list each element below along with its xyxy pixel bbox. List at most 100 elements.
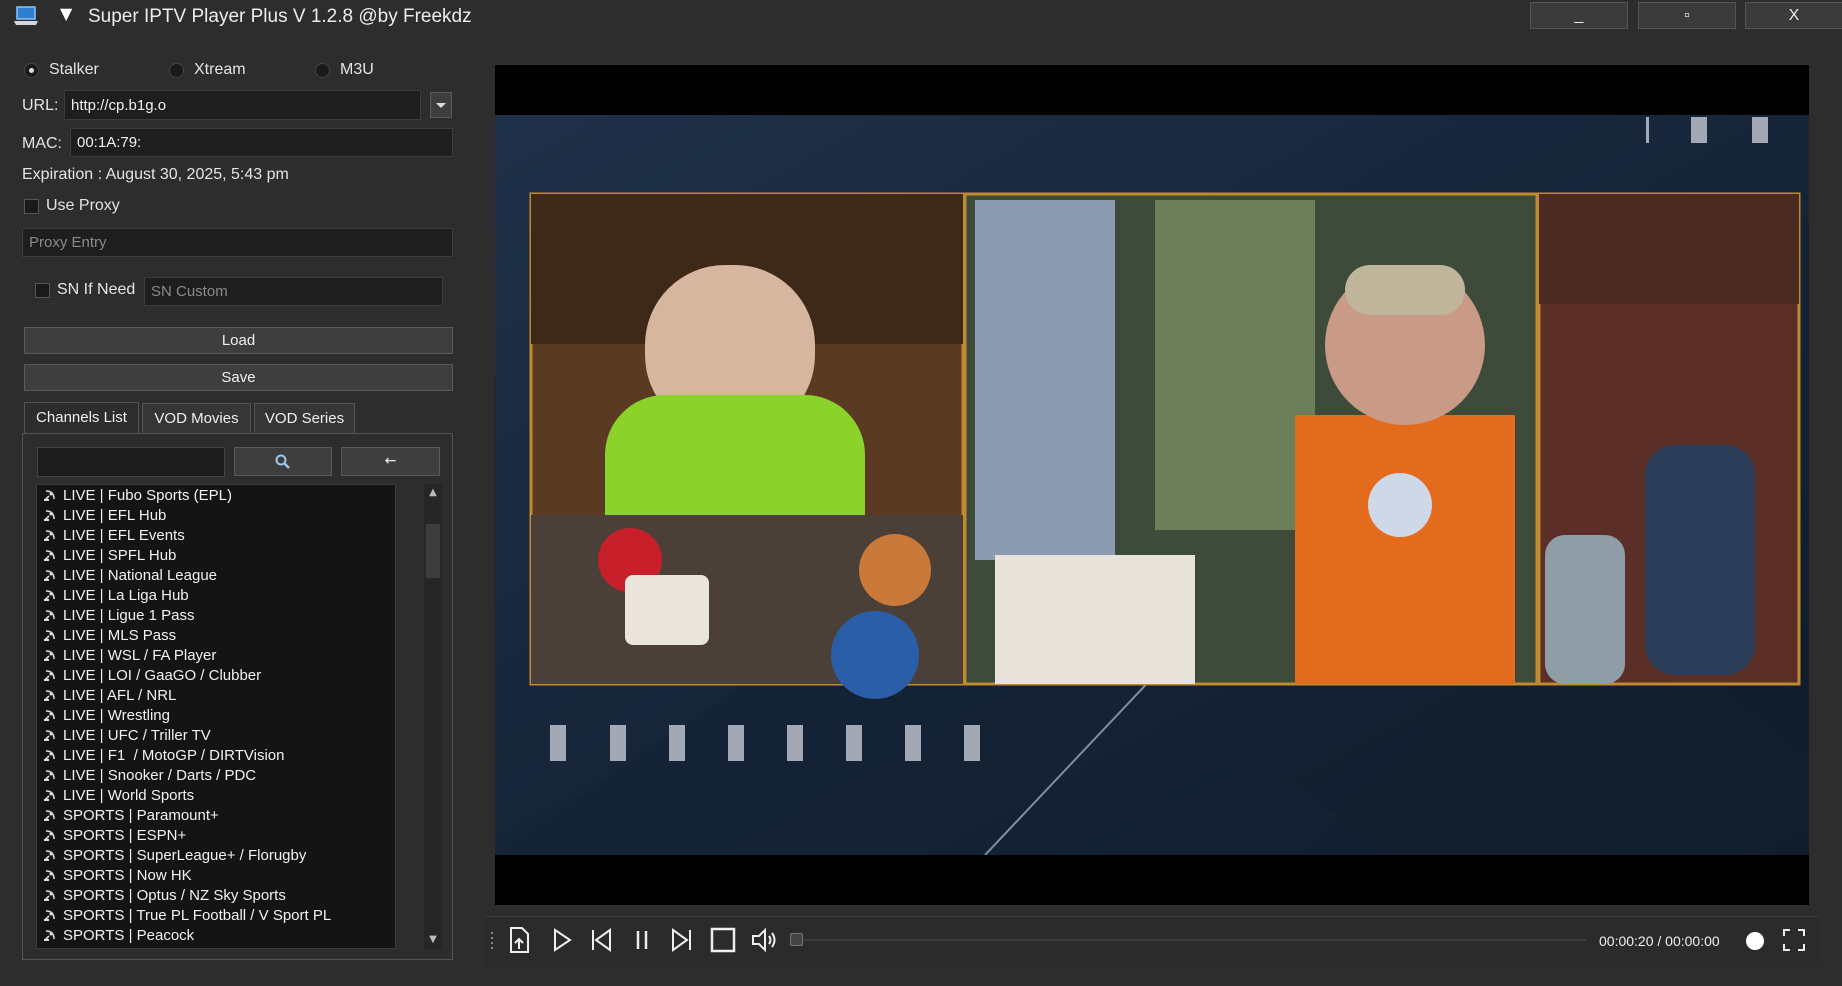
list-item[interactable]: LIVE | La Liga Hub — [37, 585, 395, 605]
channel-label: SPORTS | SuperLeague+ / Florugby — [63, 846, 307, 864]
volume-knob[interactable] — [1744, 930, 1766, 952]
list-item[interactable]: SPORTS | Paramount+ — [37, 805, 395, 825]
list-item[interactable]: LIVE | F1 / MotoGP / DIRTVision — [37, 745, 395, 765]
tab-vod-series[interactable]: VOD Series — [254, 403, 355, 433]
channel-search-input[interactable] — [37, 447, 225, 477]
expiration-text: Expiration : August 30, 2025, 5:43 pm — [22, 166, 289, 183]
volume-icon[interactable] — [750, 925, 780, 955]
use-proxy-label: Use Proxy — [46, 197, 120, 214]
mac-input[interactable]: 00:1A:79: — [70, 128, 453, 157]
channel-label: LIVE | SPFL Hub — [63, 546, 177, 564]
radio-indicator[interactable] — [169, 62, 184, 78]
list-item[interactable]: LIVE | WSL / FA Player — [37, 645, 395, 665]
list-item[interactable]: LIVE | LOI / GaaGO / Clubber — [37, 665, 395, 685]
list-item[interactable]: LIVE | UFC / Triller TV — [37, 725, 395, 745]
channel-label: LIVE | World Sports — [63, 786, 195, 804]
radio-label: Xtream — [194, 61, 246, 78]
satellite-dish-icon — [44, 630, 55, 641]
proxy-entry-input[interactable]: Proxy Entry — [22, 228, 453, 257]
next-track-icon[interactable] — [667, 925, 697, 955]
channel-label: SPORTS | Paramount+ — [63, 806, 219, 824]
satellite-dish-icon — [44, 590, 55, 601]
search-button[interactable] — [234, 447, 332, 476]
title-bar: ▼ Super IPTV Player Plus V 1.2.8 @by Fre… — [0, 0, 1842, 34]
tab-channels-list[interactable]: Channels List — [24, 402, 139, 434]
satellite-dish-icon — [44, 510, 55, 521]
scroll-up-arrow-icon[interactable]: ▲ — [424, 486, 442, 500]
list-item[interactable]: SPORTS | Optus / NZ Sky Sports — [37, 885, 395, 905]
play-icon[interactable] — [546, 925, 576, 955]
list-item[interactable]: LIVE | Ligue 1 Pass — [37, 605, 395, 625]
list-item[interactable]: LIVE | Wrestling — [37, 705, 395, 725]
fullscreen-icon[interactable] — [1779, 925, 1809, 955]
radio-indicator[interactable] — [315, 62, 330, 78]
list-item[interactable]: SPORTS | Now HK — [37, 865, 395, 885]
save-button[interactable]: Save — [24, 364, 453, 391]
open-file-icon[interactable] — [504, 925, 534, 955]
back-button[interactable]: ← — [341, 447, 440, 476]
url-label: URL: — [22, 97, 59, 114]
satellite-dish-icon — [44, 790, 55, 801]
channel-label: LIVE | LOI / GaaGO / Clubber — [63, 666, 262, 684]
chevron-down-icon — [436, 103, 446, 108]
list-item[interactable]: SPORTS | True PL Football / V Sport PL — [37, 905, 395, 925]
channel-label: LIVE | MLS Pass — [63, 626, 177, 644]
satellite-dish-icon — [44, 770, 55, 781]
channel-label: LIVE | Fubo Sports (EPL) — [63, 486, 232, 504]
seek-bar[interactable] — [794, 939, 1586, 941]
video-player[interactable] — [495, 65, 1809, 905]
list-item[interactable]: SPORTS | SuperLeague+ / Florugby — [37, 845, 395, 865]
channel-label: LIVE | Ligue 1 Pass — [63, 606, 195, 624]
list-item[interactable]: LIVE | MLS Pass — [37, 625, 395, 645]
minimize-button[interactable]: _ — [1530, 2, 1628, 29]
satellite-dish-icon — [44, 670, 55, 681]
window-title: Super IPTV Player Plus V 1.2.8 @by Freek… — [88, 6, 472, 27]
satellite-dish-icon — [44, 810, 55, 821]
channel-label: LIVE | Wrestling — [63, 706, 170, 724]
pause-icon[interactable] — [627, 925, 657, 955]
list-item[interactable]: SPORTS | Peacock — [37, 925, 395, 945]
list-item[interactable]: LIVE | World Sports — [37, 785, 395, 805]
satellite-dish-icon — [44, 570, 55, 581]
radio-indicator-selected[interactable] — [24, 62, 39, 78]
channel-label: LIVE | Snooker / Darts / PDC — [63, 766, 257, 784]
use-proxy-checkbox[interactable] — [24, 199, 39, 214]
sn-if-need-label: SN If Need — [57, 281, 136, 298]
satellite-dish-icon — [44, 750, 55, 761]
satellite-dish-icon — [44, 530, 55, 541]
list-item[interactable]: LIVE | Snooker / Darts / PDC — [37, 765, 395, 785]
channel-label: SPORTS | Peacock — [63, 926, 195, 944]
load-button[interactable]: Load — [24, 327, 453, 354]
list-item[interactable]: LIVE | SPFL Hub — [37, 545, 395, 565]
radio-xtream[interactable]: Xtream — [169, 60, 246, 80]
list-item[interactable]: LIVE | EFL Events — [37, 525, 395, 545]
player-controls: 00:00:20 / 00:00:00 — [484, 916, 1820, 966]
list-scrollbar[interactable]: ▲ ▼ — [424, 484, 442, 949]
url-dropdown-button[interactable] — [430, 92, 452, 118]
list-item[interactable]: LIVE | AFL / NRL — [37, 685, 395, 705]
grip-handle-icon[interactable] — [488, 925, 498, 955]
maximize-button[interactable]: ▫ — [1638, 2, 1736, 29]
radio-m3u[interactable]: M3U — [315, 60, 374, 80]
sn-if-need-checkbox[interactable] — [35, 283, 50, 298]
list-item[interactable]: LIVE | Fubo Sports (EPL) — [37, 485, 395, 505]
magnifier-icon — [275, 454, 290, 469]
url-combobox[interactable]: http://cp.b1g.o — [64, 90, 421, 120]
radio-stalker[interactable]: Stalker — [24, 60, 99, 80]
list-item[interactable]: SPORTS | ESPN+ — [37, 825, 395, 845]
scroll-down-arrow-icon[interactable]: ▼ — [424, 933, 442, 947]
seek-handle[interactable] — [790, 933, 803, 946]
mac-label: MAC: — [22, 135, 62, 152]
radio-label: M3U — [340, 61, 374, 78]
list-item[interactable]: LIVE | National League — [37, 565, 395, 585]
close-button[interactable]: X — [1745, 2, 1842, 29]
previous-track-icon[interactable] — [586, 925, 616, 955]
scrollbar-thumb[interactable] — [426, 524, 440, 578]
menu-dropdown-icon[interactable]: ▼ — [60, 4, 72, 23]
sn-custom-input[interactable]: SN Custom — [144, 277, 443, 306]
list-item[interactable]: LIVE | EFL Hub — [37, 505, 395, 525]
stop-icon[interactable] — [708, 925, 738, 955]
channel-label: SPORTS | True PL Football / V Sport PL — [63, 906, 332, 924]
tab-vod-movies[interactable]: VOD Movies — [142, 403, 251, 433]
satellite-dish-icon — [44, 550, 55, 561]
